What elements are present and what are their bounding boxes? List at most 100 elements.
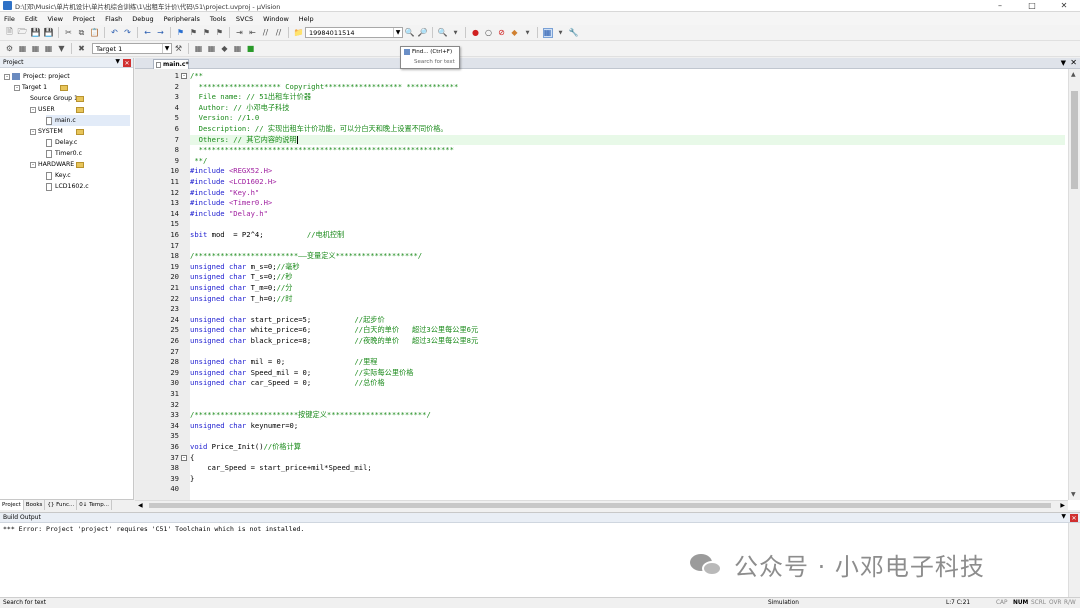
scroll-down-icon[interactable]: ▼ — [1071, 491, 1076, 498]
collapse-icon[interactable]: - — [30, 106, 36, 113]
minimize-button[interactable]: – — [984, 0, 1016, 12]
tree-item[interactable]: - SYSTEM — [30, 126, 130, 137]
scroll-thumb[interactable] — [1071, 91, 1078, 189]
collapse-icon[interactable]: - — [14, 84, 20, 91]
panel-tab[interactable]: Project — [0, 500, 24, 510]
code-line[interactable]: **/ — [190, 156, 1065, 167]
comment-icon[interactable]: // — [261, 28, 271, 38]
fold-toggle-icon[interactable]: - — [181, 73, 187, 79]
menu-flash[interactable]: Flash — [105, 15, 122, 23]
indent-icon[interactable]: ⇥ — [235, 28, 245, 38]
prev-bookmark-icon[interactable]: ⚑ — [189, 28, 199, 38]
code-line[interactable]: sbit mod = P2^4; //电机控制 — [190, 230, 1065, 241]
menu-edit[interactable]: Edit — [25, 15, 38, 23]
code-line[interactable]: unsigned char black_price=8; //夜晚的单价 超过3… — [190, 336, 1065, 347]
copy-icon[interactable]: ⧉ — [77, 28, 87, 38]
save-all-icon[interactable]: 💾 — [44, 28, 54, 38]
clear-bookmarks-icon[interactable]: ⚑ — [215, 28, 225, 38]
kill-breakpoints-icon[interactable]: ⊘ — [497, 28, 507, 38]
collapse-icon[interactable]: - — [30, 161, 36, 168]
nav-forward-icon[interactable]: → — [156, 28, 166, 38]
code-line[interactable]: /************************按键定义***********… — [190, 410, 1065, 421]
code-line[interactable]: car_Speed = start_price+mil*Speed_mil; — [190, 463, 1065, 474]
code-line[interactable]: unsigned char mil = 0; //里程 — [190, 357, 1065, 368]
vertical-scrollbar[interactable] — [1068, 523, 1080, 598]
menu-project[interactable]: Project — [73, 15, 95, 23]
stop-build-icon[interactable]: ✖ — [77, 44, 87, 54]
target-combo[interactable]: Target 1 ▼ — [92, 43, 172, 54]
scroll-right-icon[interactable]: ▶ — [1060, 502, 1065, 509]
dropdown-small-icon[interactable]: ▼ — [556, 28, 566, 38]
code-line[interactable]: #include "Delay.h" — [190, 209, 1065, 220]
menu-svcs[interactable]: SVCS — [236, 15, 253, 23]
code-line[interactable]: File name: // 51出租车计价器 — [190, 92, 1065, 103]
panel-tab[interactable]: Books — [24, 500, 46, 510]
scroll-left-icon[interactable]: ◀ — [138, 502, 143, 509]
code-line[interactable] — [190, 219, 1065, 230]
code-line[interactable]: Others: // 其它内容的说明 — [190, 134, 1065, 146]
tab-main-c[interactable]: main.c* — [153, 59, 189, 69]
pin-icon[interactable]: ▼ — [1061, 513, 1066, 520]
code-line[interactable]: #include <LCD1602.H> — [190, 177, 1065, 188]
code-line[interactable]: unsigned char keynumer=0; — [190, 421, 1065, 432]
tree-item[interactable]: Timer0.c — [46, 148, 130, 159]
code-line[interactable]: /** — [190, 71, 1065, 82]
code-line[interactable]: ****************************************… — [190, 145, 1065, 156]
chevron-down-icon[interactable]: ▼ — [1061, 59, 1066, 67]
menu-help[interactable]: Help — [299, 15, 314, 23]
tree-item[interactable]: LCD1602.c — [46, 181, 130, 192]
dropdown-small-icon[interactable]: ▼ — [523, 28, 533, 38]
code-line[interactable] — [190, 389, 1065, 400]
code-line[interactable]: /************************——变量定义*********… — [190, 251, 1065, 262]
save-icon[interactable]: 💾 — [31, 28, 41, 38]
code-line[interactable] — [190, 484, 1065, 495]
scroll-thumb[interactable] — [149, 503, 1051, 508]
close-icon[interactable]: ✕ — [1070, 514, 1078, 522]
vertical-scrollbar[interactable]: ▲ ▼ — [1068, 69, 1080, 500]
redo-icon[interactable]: ↷ — [123, 28, 133, 38]
incremental-find-icon[interactable]: 🔎 — [418, 28, 428, 38]
wrench-icon[interactable]: 🔧 — [569, 28, 579, 38]
rte-icon[interactable]: ▦ — [233, 44, 243, 54]
file-extensions-icon[interactable]: ▦ — [194, 44, 204, 54]
collapse-icon[interactable]: - — [30, 128, 36, 135]
find-in-files-icon[interactable]: 📁 — [294, 28, 304, 38]
tree-item[interactable]: Key.c — [46, 170, 130, 181]
code-line[interactable]: { — [190, 453, 1065, 464]
code-line[interactable]: unsigned char Speed_mil = 0; //实际每公里价格 — [190, 368, 1065, 379]
unindent-icon[interactable]: ⇤ — [248, 28, 258, 38]
menu-debug[interactable]: Debug — [132, 15, 153, 23]
close-icon[interactable]: ✕ — [123, 59, 131, 67]
select-packs-icon[interactable]: ◆ — [220, 44, 230, 54]
horizontal-scrollbar[interactable]: ◀ ▶ — [135, 500, 1068, 510]
tree-item[interactable]: - USER — [30, 104, 130, 115]
nav-back-icon[interactable]: ← — [143, 28, 153, 38]
code-line[interactable] — [190, 431, 1065, 442]
undo-icon[interactable]: ↶ — [110, 28, 120, 38]
code-line[interactable]: unsigned char start_price=5; //起步价 — [190, 315, 1065, 326]
dropdown-small-icon[interactable]: ▼ — [451, 28, 461, 38]
collapse-icon[interactable]: - — [4, 73, 10, 80]
close-icon[interactable]: ✕ — [1070, 58, 1077, 67]
menu-window[interactable]: Window — [263, 15, 289, 23]
tree-item[interactable]: - HARDWARE — [30, 159, 130, 170]
code-line[interactable]: Author: // 小邓电子科技 — [190, 103, 1065, 114]
bookmark-icon[interactable]: ⚑ — [176, 28, 186, 38]
target-options-icon[interactable]: ⚒ — [174, 44, 184, 54]
fold-toggle-icon[interactable]: - — [181, 454, 187, 461]
code-line[interactable]: ******************* Copyright***********… — [190, 82, 1065, 93]
tree-item[interactable]: main.c — [46, 115, 130, 126]
code-line[interactable]: #include "Key.h" — [190, 188, 1065, 199]
zoom-icon[interactable]: 🔍 — [438, 28, 448, 38]
code-line[interactable]: unsigned char car_Speed = 0; //总价格 — [190, 378, 1065, 389]
disable-breakpoint-icon[interactable]: ○ — [484, 28, 494, 38]
code-line[interactable]: } — [190, 474, 1065, 485]
manage-components-icon[interactable]: ▦ — [207, 44, 217, 54]
rebuild-icon[interactable]: ▦ — [31, 44, 41, 54]
code-line[interactable]: unsigned char T_s=0;//秒 — [190, 272, 1065, 283]
config-icon[interactable]: ◆ — [510, 28, 520, 38]
tree-item[interactable]: - Target 1 — [14, 82, 130, 93]
code-line[interactable]: unsigned char m_s=0;//毫秒 — [190, 262, 1065, 273]
search-combo[interactable]: 19984011514 ▼ — [305, 27, 403, 38]
menu-view[interactable]: View — [47, 15, 62, 23]
